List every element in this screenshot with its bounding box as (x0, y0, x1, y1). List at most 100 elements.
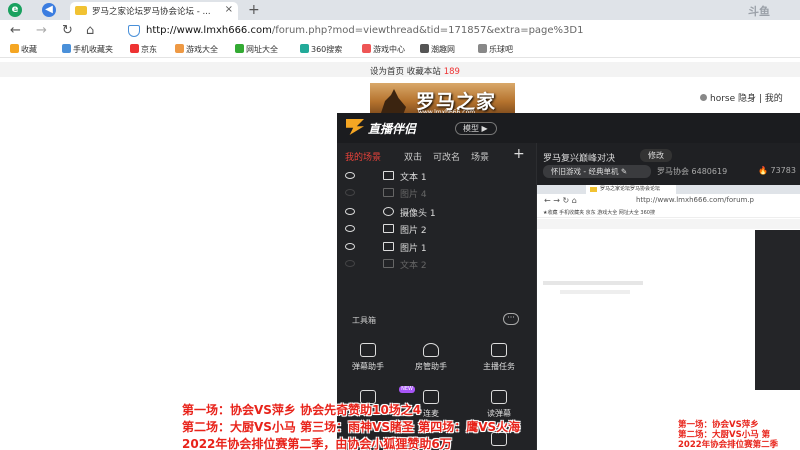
bookmark-label: 手机收藏夹 (73, 45, 113, 54)
overlay-line-2: 第二场：大厨VS小马 第三场：雨神VS睹圣 第四场：鹰VS火海 (182, 420, 521, 434)
bookmark-item[interactable]: 网址大全 (235, 44, 278, 55)
read-danmaku-button[interactable]: 读弹幕 (474, 390, 524, 419)
toolbox-label: 工具箱 (352, 316, 376, 325)
reload-button[interactable]: ↻ (62, 23, 73, 38)
tab-double-click[interactable]: 双击 (404, 150, 422, 163)
bookmark-label: 京东 (141, 45, 157, 54)
bookmark-item[interactable]: 游戏大全 (175, 44, 218, 55)
category-chip[interactable]: 怀旧游戏 - 经典单机 ✎ (543, 165, 651, 178)
bookmark-label: 乐球吧 (489, 45, 513, 54)
bookmark-icon (62, 44, 71, 53)
user-status[interactable]: 隐身 (738, 94, 756, 104)
tab-favicon-icon[interactable]: ◀ (42, 3, 56, 17)
read-danmaku-icon (491, 390, 507, 404)
source-label: 摄像头 1 (400, 209, 436, 219)
room-admin-button[interactable]: 房管助手 (406, 343, 456, 372)
camera-source-icon (383, 207, 394, 216)
bookmark-icon (235, 44, 244, 53)
room-title: 罗马复兴巅峰对决 (543, 154, 616, 164)
eye-icon[interactable] (345, 225, 355, 232)
room-id: 罗马协会 6480619 (657, 167, 728, 176)
eye-icon[interactable] (345, 208, 355, 215)
bookmark-icon (420, 44, 429, 53)
bookmark-icon (130, 44, 139, 53)
bookmark-icon (10, 44, 19, 53)
danmaku-assistant-button[interactable]: 弹幕助手 (343, 343, 393, 372)
task-check-icon (491, 343, 507, 357)
tab-my-scenes[interactable]: 我的场景 (345, 150, 381, 163)
tab-scene[interactable]: 场景 (471, 150, 489, 163)
preview-overlay-line-3: 2022年协会排位赛第二季 (678, 440, 779, 450)
forum-top-links[interactable]: 设为首页 收藏本站 189 (370, 65, 460, 77)
eye-icon[interactable] (345, 172, 355, 179)
bookmark-icon (300, 44, 309, 53)
more-tools-button[interactable]: ··· (503, 313, 519, 325)
source-item[interactable]: 图片 4 (345, 186, 530, 202)
tab-title: 罗马之家论坛罗马协会论坛 - ... (92, 7, 211, 17)
tab-close-icon[interactable]: × (225, 4, 233, 15)
bookmark-item[interactable]: 乐球吧 (478, 44, 513, 55)
bookmark-icon (478, 44, 487, 53)
tab-forum[interactable]: 罗马之家论坛罗马协会论坛 - ... × (70, 2, 238, 20)
admin-user-icon (423, 343, 439, 357)
preview-bookmarks: ★收藏 手机收藏夹 京东 游戏大全 网址大全 360搜 (537, 208, 800, 218)
source-item[interactable]: 文本 1 (345, 169, 530, 185)
bookmark-label: 游戏中心 (373, 45, 405, 54)
preview-content-line (543, 281, 643, 285)
streamer-tasks-button[interactable]: 主播任务 (474, 343, 524, 372)
address-bar[interactable]: http://www.lmxh666.com/forum.php?mod=vie… (146, 25, 583, 36)
source-item[interactable]: 图片 2 (345, 222, 530, 238)
preview-content-line (560, 290, 630, 294)
app-brand-logo: 斗鱼 (748, 5, 770, 18)
source-item[interactable]: 图片 1 (345, 240, 530, 256)
source-label: 文本 2 (400, 261, 427, 271)
eye-off-icon[interactable] (345, 189, 355, 196)
overlay-line-3: 2022年协会排位赛第二季，由协会小狐狸赞助6万 (182, 437, 452, 450)
forum-favicon-icon (75, 6, 87, 15)
eye-off-icon[interactable] (345, 260, 355, 267)
forum-top-links-text[interactable]: 设为首页 收藏本站 (370, 67, 441, 77)
bookmark-item[interactable]: 360搜索 (300, 44, 342, 55)
link-mic-icon (423, 390, 439, 404)
bookmark-label: 网址大全 (246, 45, 278, 54)
home-button[interactable]: ⌂ (86, 23, 94, 38)
bookmarks-bar: 收藏 手机收藏夹 京东 游戏大全 网址大全 360搜索 游戏中心 潮趣网 乐球吧 (0, 42, 800, 58)
edit-room-button[interactable]: 修改 (640, 149, 672, 162)
tool-label: 读弹幕 (487, 409, 511, 418)
image-source-icon (383, 188, 394, 197)
bookmark-item[interactable]: 手机收藏夹 (62, 44, 113, 55)
back-button[interactable]: ← (10, 23, 21, 38)
bookmark-label: 游戏大全 (186, 45, 218, 54)
tool-label: 房管助手 (415, 362, 447, 371)
user-info[interactable]: horse 隐身 | 我的 (700, 91, 783, 104)
eye-icon[interactable] (345, 243, 355, 250)
bookmark-item[interactable]: 游戏中心 (362, 44, 405, 55)
tab-renamable[interactable]: 可改名 (433, 150, 460, 163)
bookmark-item[interactable]: 京东 (130, 44, 157, 55)
image-source-icon (383, 224, 394, 233)
source-label: 图片 2 (400, 226, 427, 236)
bookmark-item[interactable]: 收藏 (10, 44, 37, 55)
bookmark-label: 360搜索 (311, 45, 343, 54)
preview-tab: 罗马之家论坛罗马协会论坛 (586, 185, 676, 194)
source-item[interactable]: 摄像头 1 (345, 205, 530, 221)
new-tab-button[interactable]: + (248, 2, 260, 18)
app-mode-button[interactable]: 模型 ▶ (455, 122, 497, 135)
bookmark-icon (362, 44, 371, 53)
user-my-link[interactable]: 我的 (765, 94, 783, 104)
preview-nav-icons: ← → ↻ ⌂ (544, 196, 577, 205)
preview-nested-app (755, 230, 800, 390)
security-shield-icon[interactable] (128, 25, 140, 37)
text-source-icon (383, 171, 394, 180)
danmaku-icon (360, 343, 376, 357)
browser-logo-icon[interactable]: e (8, 3, 22, 17)
app-title: 直播伴侣 (368, 122, 417, 136)
add-scene-button[interactable]: + (513, 146, 525, 162)
bookmark-item[interactable]: 潮趣网 (420, 44, 455, 55)
online-count: 189 (443, 67, 460, 77)
user-avatar-icon (700, 94, 707, 101)
forward-button[interactable]: → (36, 23, 47, 38)
source-item[interactable]: 文本 2 (345, 257, 530, 273)
bookmark-label: 潮趣网 (431, 45, 455, 54)
user-name[interactable]: horse (710, 94, 735, 104)
